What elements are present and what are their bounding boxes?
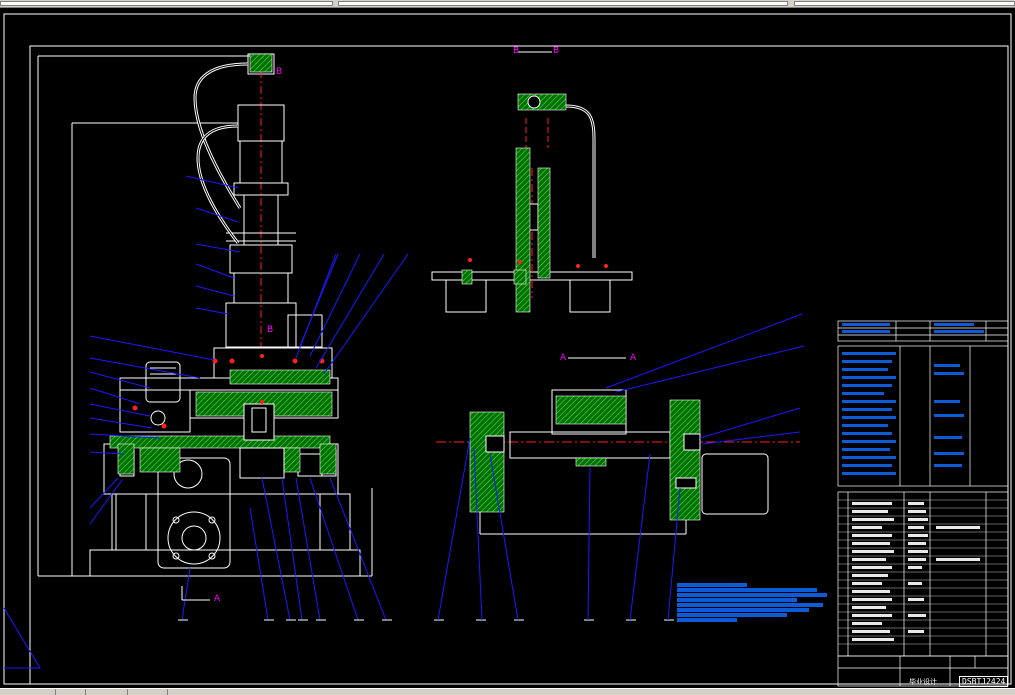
cut-plane-b-upper-label: B bbox=[276, 67, 283, 77]
section-bb-label-left: B bbox=[513, 46, 520, 56]
main-assembly-view bbox=[37, 53, 373, 577]
notes-line bbox=[677, 598, 797, 602]
inner-frame bbox=[29, 45, 1009, 685]
technical-requirements-notes bbox=[677, 583, 829, 623]
toolbar-field[interactable] bbox=[794, 1, 1015, 6]
assembly-hatching bbox=[109, 53, 337, 475]
layout-tab[interactable] bbox=[128, 689, 168, 695]
cut-plane-b-lower-label: B bbox=[267, 325, 274, 335]
toolbar-field[interactable] bbox=[338, 1, 788, 6]
toolbar-field[interactable] bbox=[0, 1, 333, 6]
notes-line bbox=[677, 588, 817, 592]
parameter-table bbox=[837, 320, 1009, 487]
cut-plane-a-label: A bbox=[214, 594, 221, 604]
drawing-canvas[interactable] bbox=[0, 8, 1015, 688]
notes-line bbox=[677, 583, 747, 587]
section-bb-label-right: B bbox=[553, 46, 560, 56]
drawing-number: DSBTJ2424 bbox=[959, 676, 1009, 687]
notes-line bbox=[677, 608, 809, 612]
notes-line bbox=[677, 593, 827, 597]
layout-tab[interactable] bbox=[86, 689, 128, 695]
notes-line bbox=[677, 603, 823, 607]
layout-tab[interactable] bbox=[56, 689, 86, 695]
layout-tab[interactable] bbox=[0, 689, 56, 695]
section-aa-label-left: A bbox=[560, 353, 567, 363]
title-block-caption: 毕业设计 bbox=[909, 678, 937, 686]
corner-mark bbox=[3, 607, 41, 669]
section-bb-hole bbox=[527, 95, 541, 109]
top-toolbar bbox=[0, 0, 1015, 8]
notes-line bbox=[677, 613, 787, 617]
section-bb-hatching bbox=[461, 93, 567, 313]
notes-line bbox=[677, 618, 737, 622]
section-aa-label-right: A bbox=[630, 353, 637, 363]
